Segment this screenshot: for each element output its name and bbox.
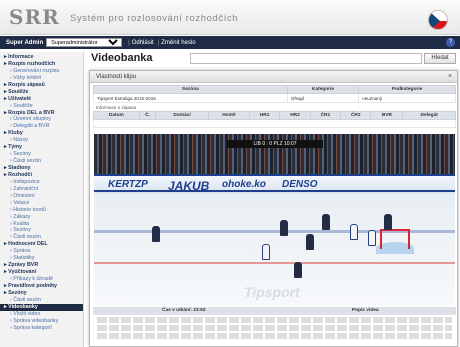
player xyxy=(262,244,270,260)
logout-link[interactable]: Odhlásit xyxy=(132,40,154,46)
sidebar-item[interactable]: ▸ Rozpis rozhodčích xyxy=(4,61,83,68)
sidebar-item[interactable]: › Váhy kritérií xyxy=(4,75,83,82)
sidebar-item[interactable]: › Zákazy xyxy=(4,214,83,221)
language-flag-icon[interactable] xyxy=(428,10,448,30)
page-title: Videobanka xyxy=(91,52,153,64)
ad-text: ohoke.ko xyxy=(222,179,266,190)
sidebar-item[interactable]: ▸ Uživatelé xyxy=(4,96,83,103)
ad-text: JAKUB xyxy=(168,179,210,193)
match-header: Domácí xyxy=(155,111,209,120)
match-header: Delegát xyxy=(402,111,456,120)
meta-cell: neuznaný xyxy=(358,93,456,103)
sidebar-item[interactable]: › Části sezón xyxy=(4,158,83,165)
sidebar-item[interactable]: › Části sezón xyxy=(4,297,83,304)
user-toolbar: Super Admin Superadministrátor | Odhlási… xyxy=(0,36,460,49)
sidebar-item[interactable]: › Historie trestů xyxy=(4,207,83,214)
ad-text: KERTZP xyxy=(108,179,148,190)
meta-header: Sezóna xyxy=(93,85,288,94)
close-icon[interactable]: × xyxy=(446,73,454,81)
meta-cell: Ofsajd xyxy=(286,93,360,103)
sidebar-item[interactable]: › Omezení xyxy=(4,193,83,200)
ad-boards: KERTZP JAKUB ohoke.ko DENSO xyxy=(94,174,455,193)
sidebar-item[interactable]: › Části sezón xyxy=(4,234,83,241)
clip-properties-dialog: Vlastnosti klipu × Sezóna Kategorie Podk… xyxy=(89,70,458,347)
role-select[interactable]: Superadministrátor xyxy=(46,38,123,47)
video-player[interactable]: KERTZP JAKUB ohoke.ko DENSO LIB 0 : 0 PL… xyxy=(94,134,455,305)
sidebar-item[interactable]: › Generování rozpisu xyxy=(4,68,83,75)
match-header: Datum xyxy=(93,111,140,120)
goalie xyxy=(384,214,392,230)
scoreboard-overlay: LIB 0 : 0 PLZ 10:07 xyxy=(227,140,323,148)
match-table: Datum Č. Domácí Hosté HR1 HR2 ČR1 ČR2 BVR Delegát xyxy=(93,111,456,128)
match-info-label: Informace o zápasu xyxy=(96,105,137,110)
search-button[interactable]: Hledat xyxy=(424,53,456,64)
clip-meta-table: Sezóna Kategorie Podkategorie Tipsport E… xyxy=(93,85,456,103)
player xyxy=(306,234,314,250)
meta-header: Kategorie xyxy=(286,85,360,94)
match-header: HR2 xyxy=(279,111,311,120)
meta-header: Podkategorie xyxy=(358,85,456,94)
meta-cell: Tipsport Extraliga 2015-2016 xyxy=(93,93,288,103)
match-header: HR1 xyxy=(248,111,281,120)
description-label: Popis videa xyxy=(351,308,379,313)
sidebar-item[interactable]: › Příkazy k úhradě xyxy=(4,276,83,283)
sidebar-item[interactable]: › Statistiky xyxy=(4,255,83,262)
app-header: SRR Systém pro rozlosování rozhodčích xyxy=(0,0,460,35)
sidebar-item[interactable]: ▸ Sezóny xyxy=(4,290,83,297)
ad-text: DENSO xyxy=(282,179,318,190)
sidebar-item[interactable]: ▸ Kluby xyxy=(4,130,83,137)
player xyxy=(350,224,358,240)
sidebar-item[interactable]: ▸ Hodnocení DEL xyxy=(4,241,83,248)
sidebar-item[interactable]: ▸ Videobanky xyxy=(0,303,83,311)
match-header: ČR1 xyxy=(309,111,342,120)
sidebar-item[interactable]: ▸ Informace xyxy=(4,54,83,61)
player xyxy=(280,220,288,236)
hockey-goal xyxy=(380,229,410,249)
sidebar-item[interactable]: ▸ Pravidlové podněty xyxy=(4,283,83,290)
match-header: ČR2 xyxy=(340,111,372,120)
sidebar-item[interactable]: › Indispozice xyxy=(4,179,83,186)
sidebar-item[interactable]: ▸ Zprávy BVR xyxy=(4,262,83,269)
sidebar-item[interactable]: › Vložit video xyxy=(4,311,83,318)
sidebar-item[interactable]: › Zahraniční xyxy=(4,186,83,193)
sidebar-item[interactable]: ▸ Stadiony xyxy=(4,165,83,172)
app-logo: SRR xyxy=(9,5,60,29)
sidebar-item[interactable]: › Soutěže xyxy=(4,103,83,110)
sidebar-item[interactable]: › Územní skupiny xyxy=(4,116,83,123)
sidebar-item[interactable]: › Správa videobanky xyxy=(4,318,83,325)
dialog-title: Vlastnosti klipu xyxy=(90,71,457,83)
ice-logo: Tipsport xyxy=(244,284,300,300)
player xyxy=(368,230,376,246)
sidebar-item[interactable]: ▸ Týmy xyxy=(4,144,83,151)
sidebar-item[interactable]: ▸ Rozhodčí xyxy=(4,172,83,179)
player xyxy=(152,226,160,242)
video-info: Čas v utkání: 23:53 Popis videa xyxy=(93,307,456,341)
sidebar-item[interactable]: › Kvalita xyxy=(4,221,83,228)
sidebar-item[interactable]: › Správa kategorií xyxy=(4,325,83,332)
help-icon[interactable]: ? xyxy=(446,38,455,47)
sidebar-item[interactable]: ▸ Vyúčtování xyxy=(4,269,83,276)
player xyxy=(294,262,302,278)
match-header: BVR xyxy=(370,111,404,120)
sidebar-item[interactable]: ▸ Soutěže xyxy=(4,89,83,96)
app-subtitle: Systém pro rozlosování rozhodčích xyxy=(70,13,239,24)
player xyxy=(322,214,330,230)
match-header: Č. xyxy=(138,111,157,120)
sidebar-item[interactable]: › Správa xyxy=(4,248,83,255)
match-header: Hosté xyxy=(207,111,250,120)
role-label: Super Admin xyxy=(6,39,44,46)
sidebar-item[interactable]: › Delegáti a BVR xyxy=(4,123,83,130)
sidebar-item[interactable]: › Vetace xyxy=(4,200,83,207)
search-input[interactable] xyxy=(190,53,422,64)
match-row xyxy=(93,119,456,128)
sidebar-item[interactable]: ▸ Rozpis zápasů xyxy=(4,82,83,89)
sidebar-nav: ▸ Informace ▸ Rozpis rozhodčích › Generová… xyxy=(0,52,84,347)
sidebar-item[interactable]: › Názvy xyxy=(4,137,83,144)
time-label: Čas v utkání: 23:53 xyxy=(162,308,206,313)
change-password-link[interactable]: Změnit heslo xyxy=(161,40,195,46)
